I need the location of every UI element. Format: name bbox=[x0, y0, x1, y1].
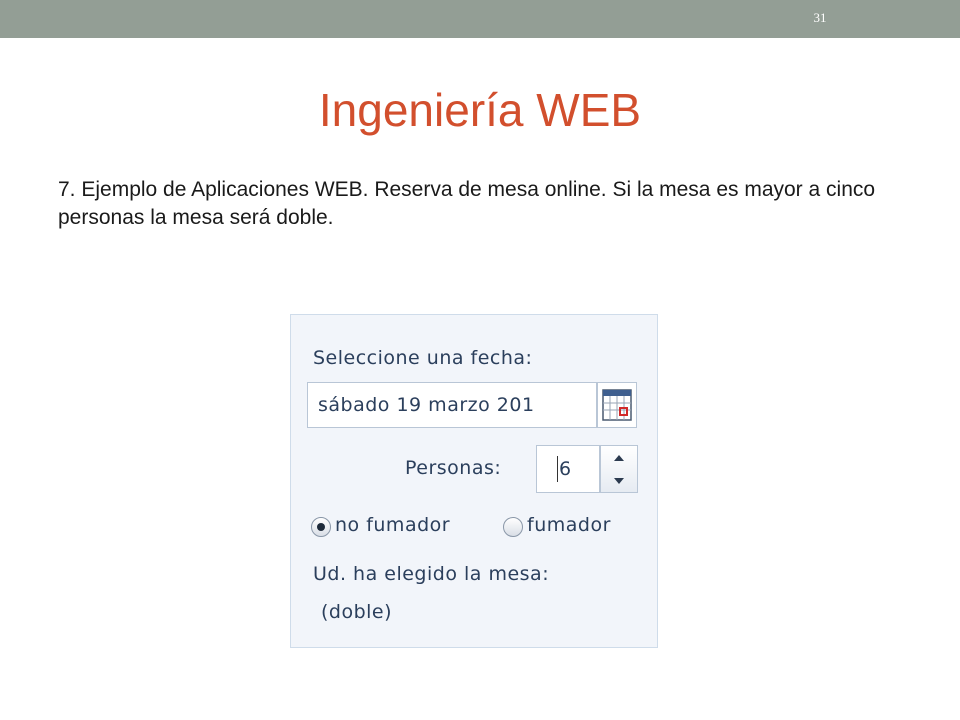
slide-body-text: 7. Ejemplo de Aplicaciones WEB. Reserva … bbox=[58, 178, 876, 229]
text-caret bbox=[557, 456, 558, 482]
calendar-icon bbox=[602, 389, 632, 421]
stepper-down-button[interactable] bbox=[601, 469, 637, 492]
result-value: (doble) bbox=[321, 601, 393, 623]
option-fumador-label[interactable]: fumador bbox=[527, 514, 611, 536]
persons-input[interactable]: 6 bbox=[536, 445, 600, 493]
slide-title: Ingeniería WEB bbox=[318, 84, 642, 136]
radio-no-fumador[interactable] bbox=[311, 517, 331, 537]
slide-number: 31 bbox=[813, 10, 827, 25]
top-bar: 31 bbox=[0, 0, 960, 38]
radio-fumador[interactable] bbox=[503, 517, 523, 537]
option-no-fumador-label[interactable]: no fumador bbox=[335, 514, 450, 536]
stepper-up-button[interactable] bbox=[601, 446, 637, 469]
persons-label: Personas: bbox=[405, 457, 502, 479]
reservation-widget: Seleccione una fecha: sábado 19 marzo 20… bbox=[290, 314, 658, 648]
result-label: Ud. ha elegido la mesa: bbox=[313, 563, 550, 585]
persons-value: 6 bbox=[559, 458, 572, 480]
date-label: Seleccione una fecha: bbox=[313, 347, 533, 369]
arrow-up-icon bbox=[614, 454, 624, 461]
calendar-button[interactable] bbox=[597, 382, 637, 428]
radio-selected-dot bbox=[317, 523, 325, 531]
date-input[interactable]: sábado 19 marzo 201 bbox=[307, 382, 597, 428]
persons-stepper[interactable] bbox=[600, 445, 638, 493]
arrow-down-icon bbox=[614, 477, 624, 484]
